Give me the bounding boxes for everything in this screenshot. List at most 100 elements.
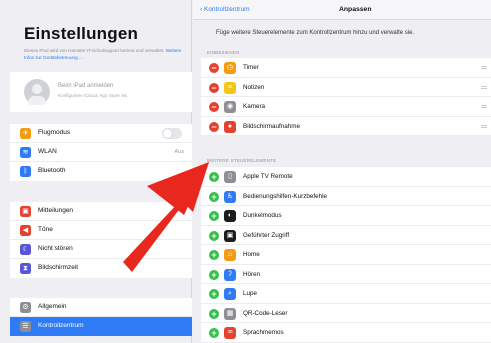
control-label: Sprachmemos [243,329,284,336]
control-label: Kamera [243,103,266,110]
sidebar-item-bildschirmzeit[interactable]: ⧗ Bildschirmzeit [10,259,192,278]
list-item: + ▯ Apple TV Remote [201,167,491,187]
sounds-icon: ◀ [20,225,31,236]
list-item: + ◐ Dunkelmodus [201,206,491,226]
add-icon[interactable]: + [209,230,219,241]
home-icon: ⌂ [224,249,236,261]
gear-icon: ⚙ [20,302,31,313]
reorder-handle-icon[interactable] [481,66,487,69]
reorder-handle-icon[interactable] [481,85,487,89]
control-label: Notizen [243,83,265,91]
airplane-icon: ✈ [20,128,31,139]
sidebar-item-bluetooth[interactable]: ᛒ Bluetooth [10,162,192,181]
screen: Einstellungen Dieses iPad wird von Hamst… [0,0,491,343]
sidebar-item-wlan[interactable]: ≋ WLAN Aus [10,143,192,162]
wlan-status: Aus [174,149,184,155]
voice-memo-icon: ♒ [224,327,236,339]
lock-icon: ▣ [224,229,236,242]
supervision-note: Dieses iPad wird von Hamster IT-Schulsup… [24,47,184,61]
control-label: Bildschirmaufnahme [243,122,301,130]
moon-icon: ☾ [20,244,31,255]
timer-icon: ◷ [224,62,236,74]
back-button[interactable]: ‹ Kontrollzentrum [200,6,250,13]
control-label: Bedienungshilfen-Kurzbefehle [243,192,328,200]
notes-icon: ≡ [224,81,236,94]
sidebar-item-toene[interactable]: ◀ Töne [10,221,192,240]
account-sign-in-label: Beim iPad anmelden [58,83,114,89]
sidebar-item-flugmodus[interactable]: ✈ Flugmodus [10,124,192,143]
list-item: − ≡ Notizen [201,78,491,97]
control-label: Lupe [243,290,258,297]
list-item: − ◉ Kamera [201,97,491,117]
accessibility-icon: ♿ [224,190,236,203]
list-item: + ▦ QR-Code-Leser [201,304,491,323]
add-icon[interactable]: + [209,308,219,319]
settings-group-connectivity: ✈ Flugmodus ≋ WLAN Aus ᛒ Bluetooth [10,124,192,181]
included-controls-list: − ◷ Timer − ≡ Notizen − ◉ Kamera − ● Bil… [201,58,491,136]
account-row[interactable]: Beim iPad anmelden Konfiguriere iCloud, … [10,72,192,112]
list-item: + ⌂ Home [201,245,491,265]
list-item: + ♒ Sprachmemos [201,323,491,343]
add-icon[interactable]: + [209,289,219,299]
customize-description: Füge weitere Steuerelemente zum Kontroll… [216,30,415,36]
dark-mode-icon: ◐ [224,210,236,222]
control-label: Timer [243,64,259,71]
list-item: + ▣ Geführter Zugriff [201,226,491,245]
remove-icon[interactable]: − [209,121,219,132]
airplane-mode-toggle[interactable] [162,128,182,139]
control-label: Apple TV Remote [243,173,293,180]
remote-icon: ▯ [224,171,236,183]
nav-title: Anpassen [339,6,372,13]
add-icon[interactable]: + [209,250,219,260]
list-item: + ʔ Hören [201,265,491,284]
control-label: QR-Code-Leser [243,309,288,317]
sidebar-item-allgemein[interactable]: ⚙ Allgemein [10,298,192,317]
add-icon[interactable]: + [209,172,219,182]
remove-icon[interactable]: − [209,82,219,93]
qr-icon: ▦ [224,307,236,320]
ear-icon: ʔ [224,268,236,281]
list-item: − ◷ Timer [201,58,491,78]
list-item: + ⌕ Lupe [201,284,491,304]
control-label: Geführter Zugriff [243,231,290,239]
bluetooth-icon: ᛒ [20,166,31,177]
sidebar-item-label: WLAN [38,148,57,155]
reorder-handle-icon[interactable] [481,124,487,128]
sidebar-item-kontrollzentrum[interactable]: ☰ Kontrollzentrum [10,317,192,336]
control-label: Home [243,251,260,258]
sidebar-item-label: Allgemein [38,303,67,310]
settings-group-general: ⚙ Allgemein ☰ Kontrollzentrum [10,298,192,336]
add-icon[interactable]: + [209,191,219,202]
camera-icon: ◉ [224,101,236,113]
remove-icon[interactable]: − [209,63,219,73]
control-center-icon: ☰ [20,321,31,332]
back-label: Kontrollzentrum [203,6,250,13]
screen-recording-icon: ● [224,120,236,133]
sidebar-item-label: Töne [38,226,53,233]
remove-icon[interactable]: − [209,102,219,112]
hourglass-icon: ⧗ [20,263,31,274]
more-controls-list: + ▯ Apple TV Remote + ♿ Bedienungshilfen… [201,167,491,343]
list-item: + ♿ Bedienungshilfen-Kurzbefehle [201,187,491,206]
sidebar-item-nicht-stoeren[interactable]: ☾ Nicht stören [10,240,192,259]
add-icon[interactable]: + [209,328,219,338]
nav-bar: ‹ Kontrollzentrum Anpassen [193,0,491,20]
sidebar-item-mitteilungen[interactable]: ▣ Mitteilungen [10,202,192,221]
sidebar-item-label: Mitteilungen [38,207,74,214]
sidebar-item-label: Bluetooth [38,167,66,174]
add-icon[interactable]: + [209,269,219,280]
wifi-icon: ≋ [20,147,31,158]
settings-group-notifications: ▣ Mitteilungen ◀ Töne ☾ Nicht stören ⧗ B… [10,202,192,278]
list-item: − ● Bildschirmaufnahme [201,117,491,136]
control-label: Dunkelmodus [243,212,282,219]
section-header-included: EINBEZIEHEN [207,50,240,55]
section-header-more: WEITERE STEUERELEMENTE [207,158,277,163]
sidebar-item-label: Bildschirmzeit [38,264,79,271]
control-label: Hören [243,270,261,278]
settings-sidebar: Einstellungen Dieses iPad wird von Hamst… [0,0,192,343]
reorder-handle-icon[interactable] [481,105,487,108]
page-title: Einstellungen [24,24,139,43]
add-icon[interactable]: + [209,211,219,221]
customize-panel: ‹ Kontrollzentrum Anpassen Füge weitere … [193,0,491,343]
sidebar-item-label: Flugmodus [38,129,71,136]
